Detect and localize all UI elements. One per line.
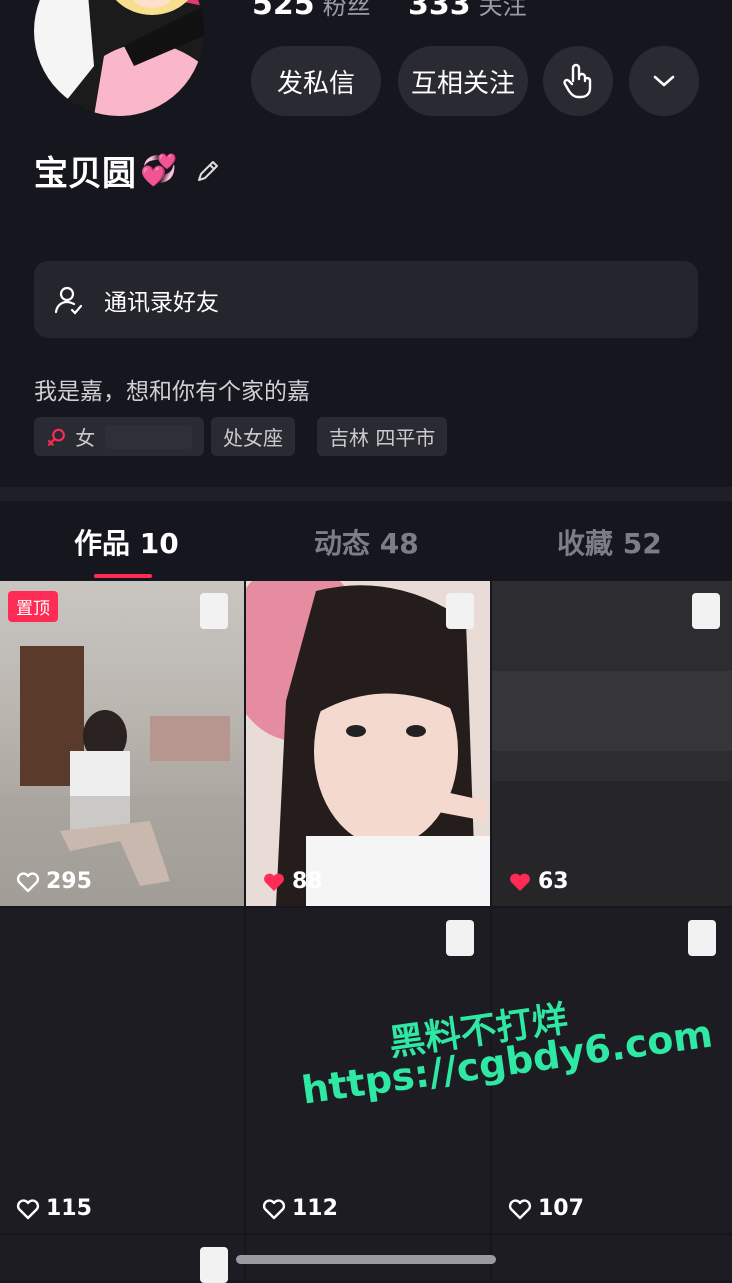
heart-outline-icon bbox=[16, 871, 40, 892]
like-number: 115 bbox=[46, 1196, 92, 1221]
active-tab-indicator bbox=[94, 574, 152, 578]
avatar[interactable] bbox=[34, 0, 204, 116]
avatar-illustration bbox=[34, 0, 204, 116]
pinned-badge: 置顶 bbox=[8, 591, 58, 622]
like-number: 88 bbox=[292, 869, 323, 894]
thumbnail-image bbox=[0, 646, 244, 906]
tab-works[interactable]: 作品 10 bbox=[74, 522, 179, 562]
tag-location: 吉林 四平市 bbox=[317, 417, 448, 456]
tab-favorites[interactable]: 收藏 52 bbox=[557, 522, 662, 562]
mutual-follow-button[interactable]: 互相关注 bbox=[398, 46, 528, 116]
album-icon bbox=[200, 593, 228, 629]
blurred-age bbox=[105, 424, 192, 449]
tab-activity[interactable]: 动态 48 bbox=[314, 522, 419, 562]
more-button[interactable] bbox=[629, 46, 699, 116]
like-count: 112 bbox=[262, 1196, 338, 1221]
video-thumb-2[interactable]: 88 bbox=[246, 581, 490, 906]
heart-emoji: 💞 bbox=[140, 153, 178, 188]
video-thumb-3[interactable]: 63 bbox=[492, 581, 732, 906]
like-count: 107 bbox=[508, 1196, 584, 1221]
like-count: 88 bbox=[262, 869, 323, 894]
heart-outline-icon bbox=[508, 1198, 532, 1219]
bio-text: 我是嘉，想和你有个家的嘉 bbox=[34, 379, 310, 405]
following-stat[interactable]: 333 关注 bbox=[408, 0, 527, 22]
heart-outline-icon bbox=[16, 1198, 40, 1219]
fans-label: 粉丝 bbox=[322, 0, 371, 20]
tag-gender: 女 bbox=[34, 417, 204, 456]
like-number: 295 bbox=[46, 869, 92, 894]
fans-count: 525 bbox=[252, 0, 315, 22]
video-thumb-1[interactable]: 置顶 295 bbox=[0, 581, 244, 906]
like-number: 63 bbox=[538, 869, 569, 894]
album-icon bbox=[692, 593, 720, 629]
heart-outline-icon bbox=[262, 1198, 286, 1219]
fans-stat[interactable]: 525 粉丝 bbox=[252, 0, 371, 22]
profile-name: 宝贝圆 bbox=[34, 154, 136, 194]
heart-filled-icon bbox=[510, 873, 530, 891]
chevron-down-icon bbox=[653, 75, 675, 87]
thumbnail-image bbox=[492, 581, 732, 906]
edit-icon[interactable] bbox=[195, 158, 221, 184]
message-button[interactable]: 发私信 bbox=[251, 46, 381, 116]
video-thumb-4[interactable]: 115 bbox=[0, 908, 244, 1233]
profile-name-row: 宝贝圆 💞 bbox=[34, 146, 221, 195]
section-divider bbox=[0, 487, 732, 501]
poke-button[interactable] bbox=[543, 46, 613, 116]
tag-zodiac: 处女座 bbox=[211, 417, 295, 456]
tag-gender-label: 女 bbox=[75, 426, 96, 450]
following-label: 关注 bbox=[478, 0, 527, 20]
album-icon bbox=[200, 1247, 228, 1283]
user-icon bbox=[54, 286, 83, 315]
hand-tap-icon bbox=[563, 63, 592, 99]
heart-filled-icon bbox=[264, 873, 284, 891]
home-indicator bbox=[236, 1255, 496, 1264]
contact-friends-entry[interactable]: 通讯录好友 bbox=[34, 261, 698, 338]
like-count: 63 bbox=[508, 869, 569, 894]
video-thumb-9[interactable] bbox=[492, 1235, 732, 1280]
female-icon bbox=[47, 428, 65, 446]
following-count: 333 bbox=[408, 0, 471, 22]
contact-friends-label: 通讯录好友 bbox=[104, 289, 219, 316]
like-count: 295 bbox=[16, 869, 92, 894]
album-icon bbox=[446, 920, 474, 956]
like-number: 112 bbox=[292, 1196, 338, 1221]
like-count: 115 bbox=[16, 1196, 92, 1221]
like-number: 107 bbox=[538, 1196, 584, 1221]
album-icon bbox=[446, 593, 474, 629]
thumbnail-image bbox=[246, 581, 490, 906]
album-icon bbox=[688, 920, 716, 956]
